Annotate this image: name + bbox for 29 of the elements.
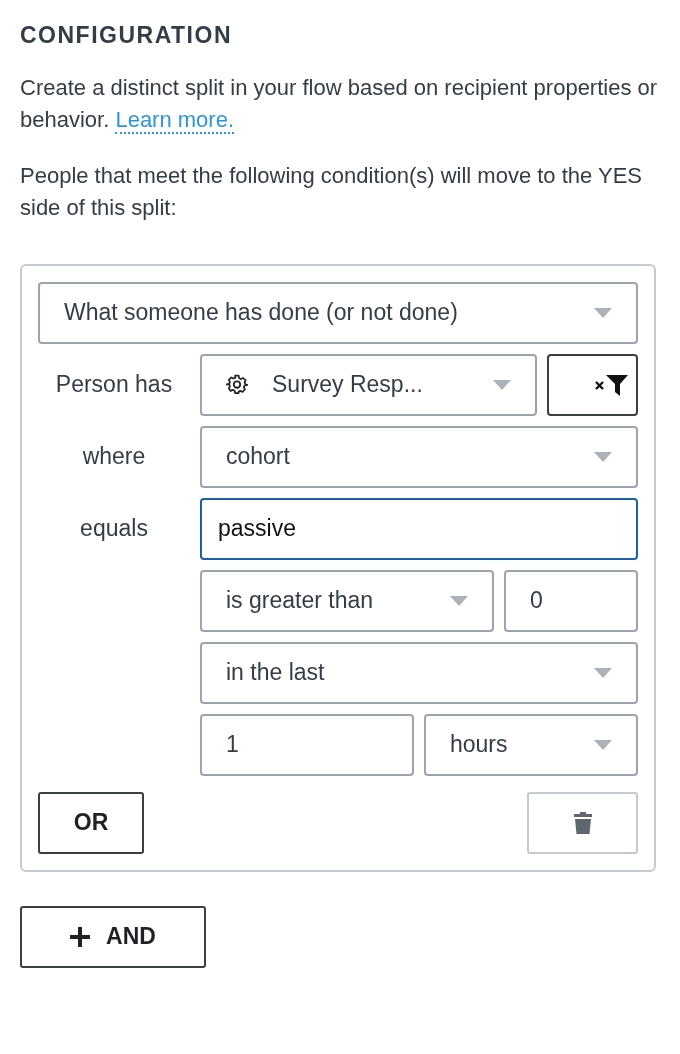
input-field[interactable]: passive — [200, 497, 638, 560]
caret-icon — [493, 379, 511, 390]
dropdown[interactable]: Survey Resp... — [200, 353, 537, 416]
instruction-text: People that meet the following condition(s) will move to the YES side of this split: — [20, 161, 644, 222]
caret-icon — [450, 595, 468, 606]
dropdown[interactable]: is greater than — [200, 569, 494, 632]
clear-filter-button[interactable] — [547, 353, 638, 416]
dropdown[interactable]: hours — [424, 713, 638, 776]
input-field[interactable]: 0 — [504, 569, 638, 632]
caret-icon — [594, 451, 612, 462]
input-field[interactable]: 1 — [200, 713, 414, 776]
clear-filter-icon — [594, 372, 630, 397]
caret-icon — [594, 739, 612, 750]
type-dropdown[interactable]: What someone has done (or not done) — [38, 281, 638, 344]
delete-button[interactable] — [527, 791, 638, 854]
description-text: Create a distinct split in your flow based on recipient properties or behavior. Learn more. — [20, 73, 659, 136]
field-label: Person has — [54, 370, 174, 400]
or-button[interactable]: OR — [38, 791, 144, 854]
dropdown[interactable]: cohort — [200, 425, 638, 488]
trash-icon — [573, 811, 592, 834]
section-heading: CONFIGURATION — [20, 22, 233, 50]
caret-icon — [594, 667, 612, 678]
field-label: where — [81, 442, 147, 472]
add-and-button[interactable]: AND — [20, 905, 206, 968]
caret-icon — [594, 307, 612, 318]
gear-icon — [226, 373, 248, 396]
plus-icon — [70, 926, 91, 947]
field-label: equals — [79, 514, 149, 544]
dropdown[interactable]: in the last — [200, 641, 638, 704]
